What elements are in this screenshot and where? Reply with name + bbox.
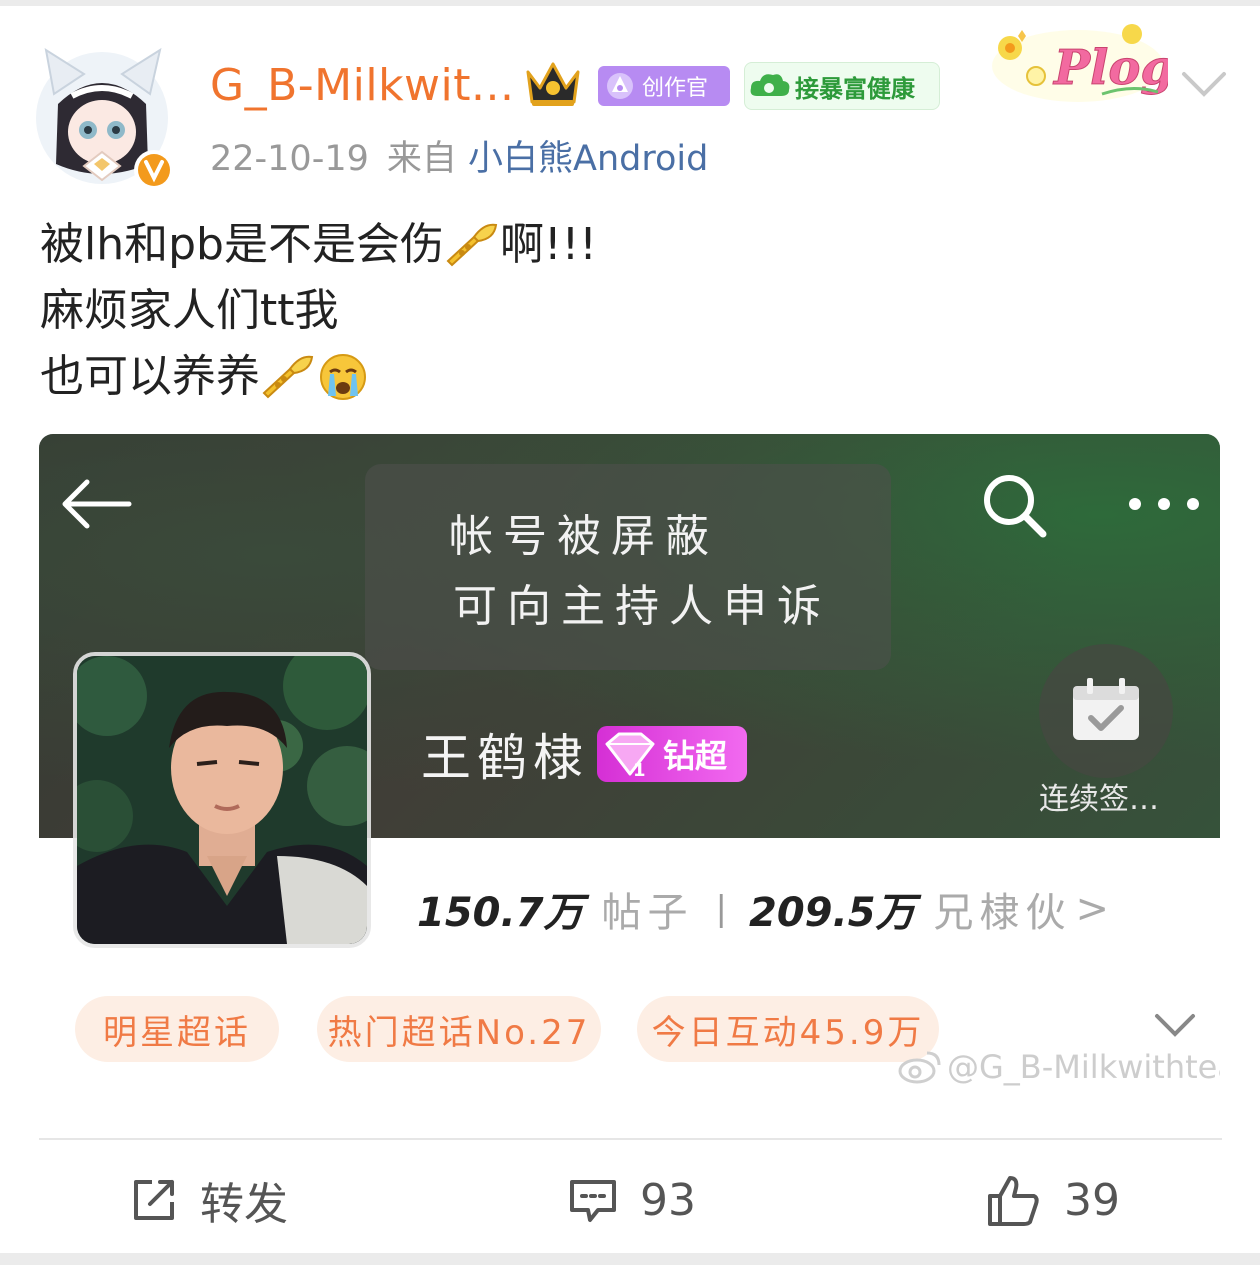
blocked-notice-line2: 可向主持人申诉 xyxy=(453,581,831,632)
source-prefix: 来自 xyxy=(386,139,457,179)
top-divider xyxy=(0,0,1260,6)
plog-sticker: Plog xyxy=(992,24,1168,102)
like-button[interactable]: 39 xyxy=(986,1168,1120,1232)
thumbs-up-icon xyxy=(988,1176,1039,1226)
expand-chevron-icon xyxy=(1155,1014,1195,1037)
back-arrow-icon xyxy=(62,479,132,529)
fans-chevron: > xyxy=(1075,886,1110,932)
svg-text:Plog: Plog xyxy=(1052,40,1168,96)
tag-daily-interaction: 今日互动45.9万 xyxy=(637,996,939,1062)
post-line-1: 被lh和pb是不是会伤 啊!!! xyxy=(40,212,597,278)
like-count: 39 xyxy=(1064,1174,1120,1226)
post-menu-chevron-icon[interactable] xyxy=(1180,64,1228,104)
posts-count: 150.7万 xyxy=(417,890,584,936)
diamond-tier-label: 钻超 xyxy=(663,737,728,775)
creator-badge-label: 创作官 xyxy=(642,76,709,101)
tier-level-text: 1 xyxy=(633,760,646,781)
cloud-icon xyxy=(750,74,790,96)
crying-face-emoji-icon xyxy=(320,354,366,400)
post-line-3-text: 也可以养养 xyxy=(40,351,260,402)
health-badge-label: 接暴富健康 xyxy=(795,74,915,103)
watermark-text: @G_B-Milkwithtea xyxy=(947,1048,1220,1086)
post-line-3: 也可以养养 xyxy=(40,344,597,410)
creator-badge-icon xyxy=(607,73,633,99)
comment-icon xyxy=(570,1180,616,1222)
post-date: 22-10-19 xyxy=(210,139,369,179)
trumpet-emoji-icon xyxy=(446,223,498,267)
checkin-label: 连续签… xyxy=(1039,782,1159,817)
username[interactable]: G_B-Milkwit... xyxy=(210,56,514,116)
repost-button[interactable]: 转发 xyxy=(130,1168,288,1232)
avatar-image xyxy=(36,47,174,190)
diamond-tier-badge: 1 钻超 xyxy=(597,726,747,782)
tag-star-topic: 明星超话 xyxy=(75,996,279,1062)
weibo-watermark: @G_B-Milkwithtea xyxy=(897,1048,1220,1086)
search-icon xyxy=(984,475,1047,538)
repost-icon xyxy=(134,1180,174,1220)
supertopic-name: 王鹤棣 xyxy=(421,729,589,787)
post-meta: 22-10-19 来自 小白熊Android xyxy=(210,136,708,182)
portrait-photo xyxy=(77,656,367,944)
blocked-notice-line1: 帐号被屏蔽 xyxy=(449,511,719,562)
fans-label: 兄棣伙 xyxy=(933,890,1072,936)
repost-label: 转发 xyxy=(200,1179,288,1230)
post-line-1-suffix: 啊!!! xyxy=(499,219,597,270)
attached-image[interactable]: 帐号被屏蔽 可向主持人申诉 连续签… 王鹤棣 1 钻超 150.7万 帖子 | … xyxy=(39,434,1220,1110)
fans-count: 209.5万 xyxy=(749,890,916,936)
creator-badge[interactable]: 创作官 xyxy=(598,66,730,106)
comment-count: 93 xyxy=(640,1174,696,1226)
posts-label: 帖子 xyxy=(601,890,694,936)
crown-icon[interactable] xyxy=(522,58,584,110)
post-line-1-text: 被lh和pb是不是会伤 xyxy=(40,219,444,270)
post-text: 被lh和pb是不是会伤 啊!!! 麻烦家人们tt我 也可以养养 xyxy=(40,212,597,410)
celebrity-portrait xyxy=(73,652,371,948)
diamond-icon: 1 xyxy=(605,732,655,781)
source-app-link[interactable]: 小白熊Android xyxy=(468,139,708,179)
calendar-check-icon xyxy=(1073,678,1139,740)
bottom-divider xyxy=(0,1253,1260,1265)
action-bar-divider xyxy=(39,1138,1222,1140)
stats-separator: | xyxy=(715,889,727,929)
trumpet-emoji-icon xyxy=(262,355,314,399)
blocked-notice xyxy=(365,464,891,670)
comment-button[interactable]: 93 xyxy=(568,1168,696,1232)
post-line-2-text: 麻烦家人们tt我 xyxy=(40,285,339,336)
tag-hot-rank: 热门超话No.27 xyxy=(317,996,601,1062)
health-badge[interactable]: 接暴富健康 xyxy=(744,62,940,110)
supertopic-stats: 150.7万 帖子 | 209.5万 兄棣伙 > xyxy=(417,880,1109,938)
more-dots-icon xyxy=(1129,498,1199,510)
post-line-2: 麻烦家人们tt我 xyxy=(40,278,597,344)
user-avatar[interactable] xyxy=(32,44,180,194)
weibo-logo-icon xyxy=(898,1051,941,1084)
